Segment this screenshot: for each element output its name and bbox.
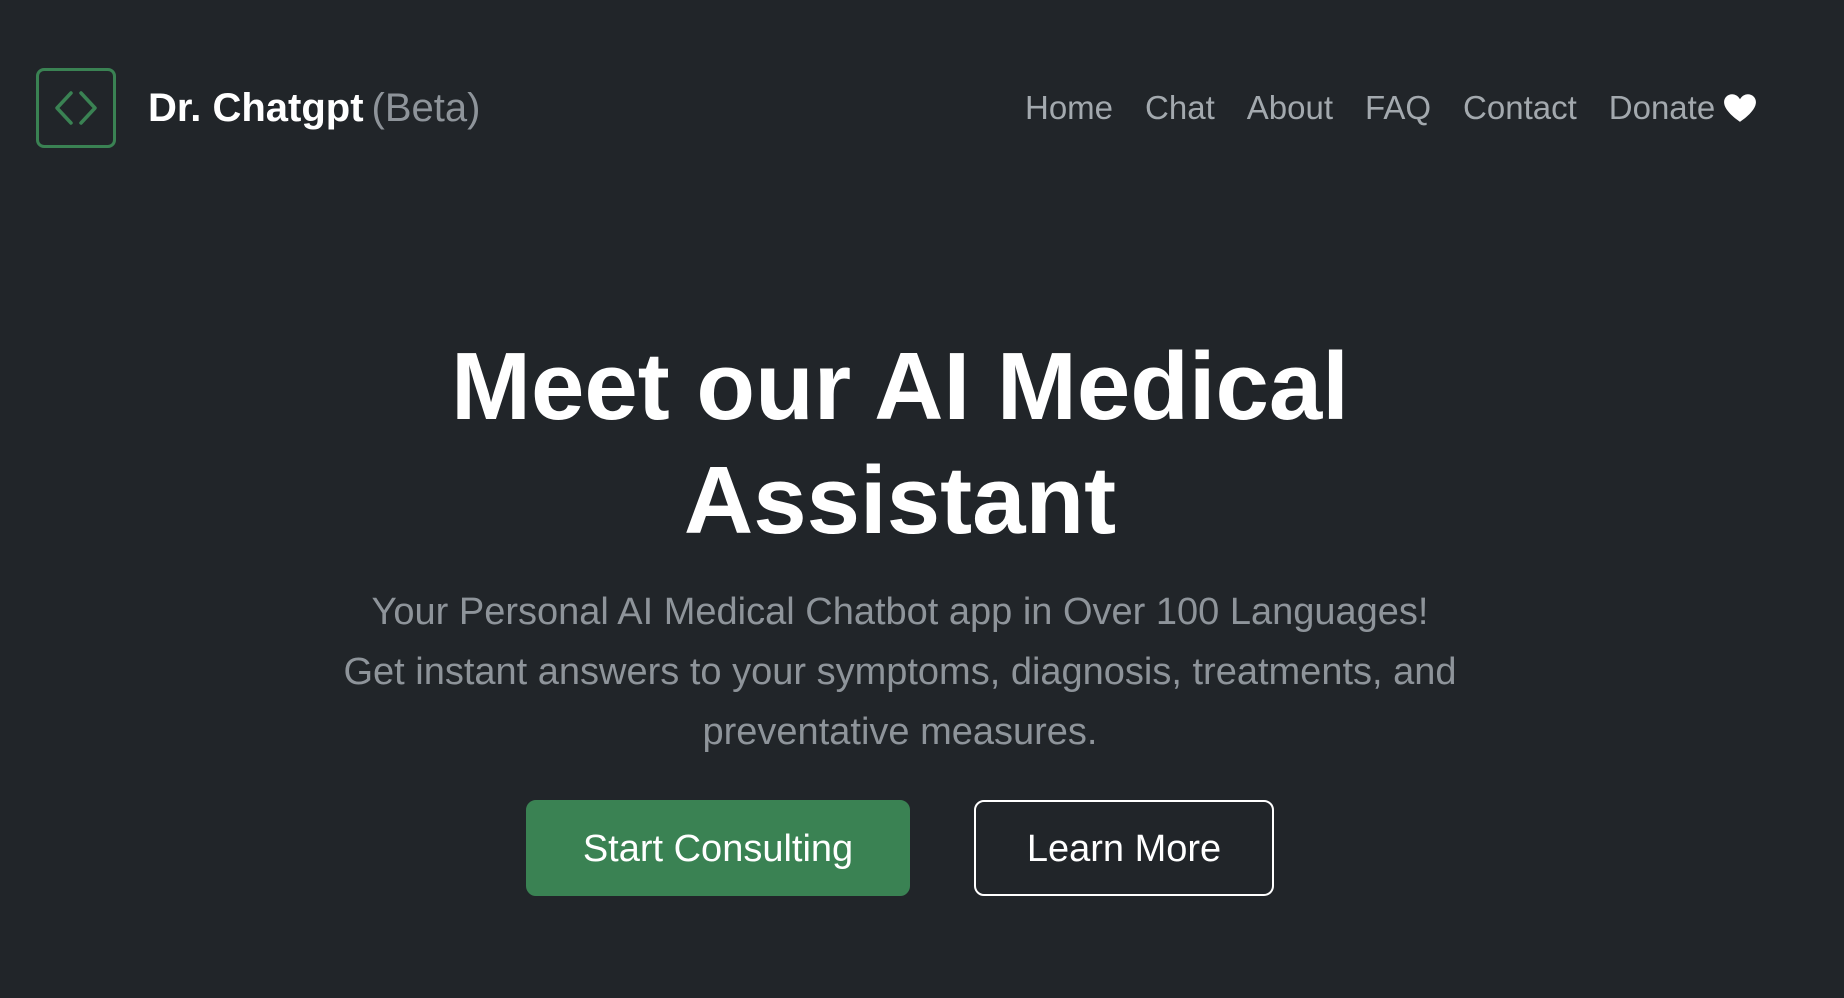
hero-lead: Your Personal AI Medical Chatbot app in … (343, 591, 1457, 753)
nav-donate[interactable]: Donate (1609, 84, 1757, 132)
hero-title: Meet our AI Medical Assistant (451, 333, 1349, 554)
nav-home[interactable]: Home (1025, 84, 1113, 132)
nav-about[interactable]: About (1247, 84, 1333, 132)
site-header: Dr. Chatgpt (Beta) Home Chat About FAQ Co… (0, 0, 1844, 216)
code-brackets-glyph (55, 91, 97, 125)
nav-contact[interactable]: Contact (1463, 84, 1577, 132)
hero-section: Meet our AI Medical Assistant Your Perso… (0, 330, 1800, 762)
cta-row: Start Consulting Learn More (0, 800, 1800, 896)
nav-donate-label: Donate (1608, 89, 1716, 126)
brand-beta-tag: (Beta) (371, 86, 481, 130)
nav-chat[interactable]: Chat (1145, 84, 1215, 132)
brand[interactable]: Dr. Chatgpt (Beta) (148, 84, 480, 132)
start-consulting-button[interactable]: Start Consulting (526, 800, 910, 896)
heart-icon (1724, 94, 1757, 122)
code-brackets-icon[interactable] (36, 68, 116, 148)
nav-faq[interactable]: FAQ (1365, 84, 1431, 132)
brand-name: Dr. Chatgpt (148, 86, 364, 130)
main-nav: Home Chat About FAQ Contact Donate (1025, 84, 1757, 132)
learn-more-button[interactable]: Learn More (974, 800, 1274, 896)
